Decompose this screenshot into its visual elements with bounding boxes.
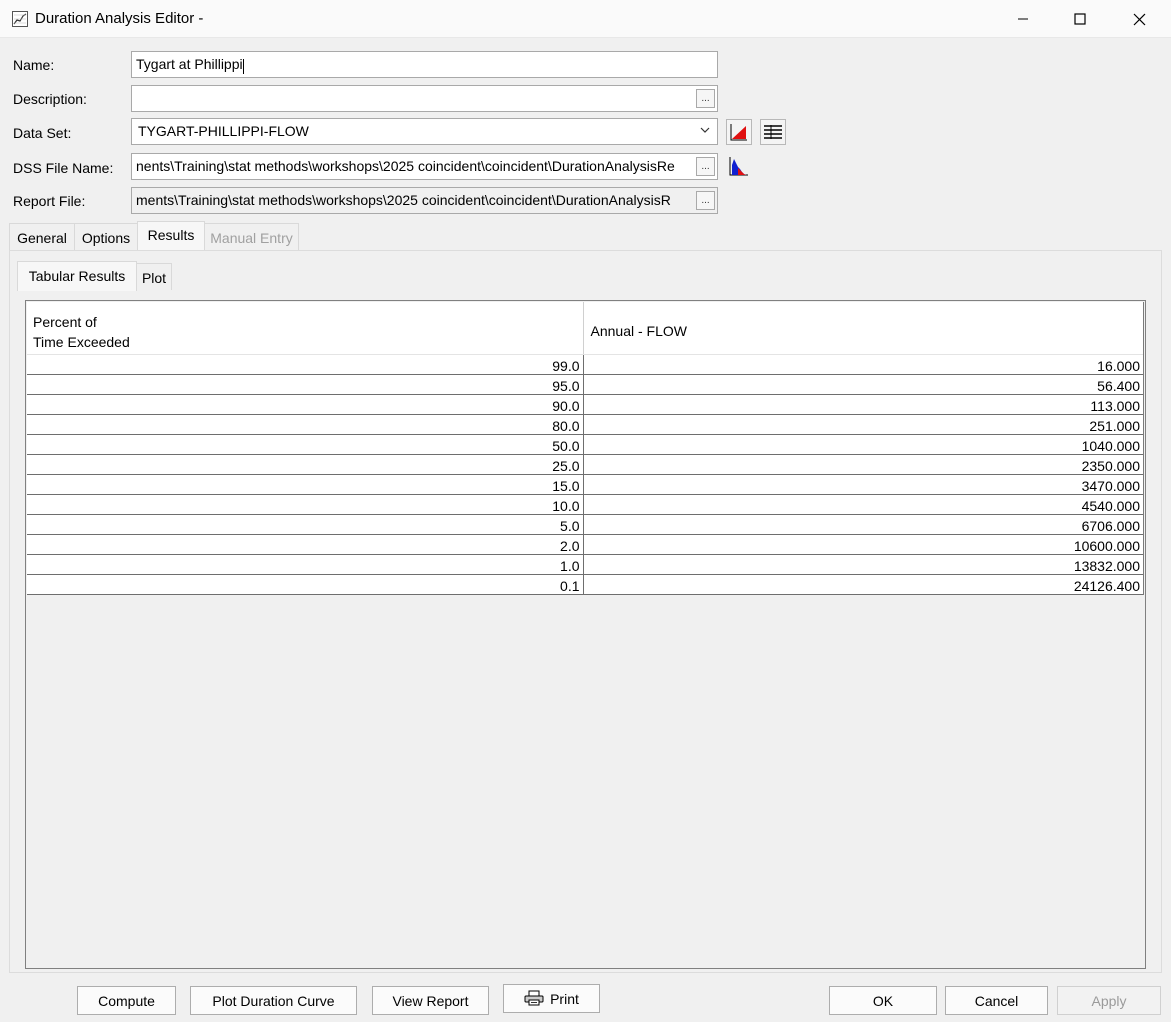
report-file-input[interactable]: ments\Training\stat methods\workshops\20…	[131, 187, 718, 214]
cell-annual-flow[interactable]: 10600.000	[584, 535, 1144, 554]
table-row[interactable]: 80.0 251.000	[27, 415, 1143, 435]
table-row[interactable]: 90.0 113.000	[27, 395, 1143, 415]
close-button[interactable]	[1116, 0, 1162, 38]
header-percent-line1: Percent of	[33, 314, 97, 330]
table-header: Percent of Time Exceeded Annual - FLOW	[27, 302, 1143, 355]
tab-results[interactable]: Results	[137, 221, 205, 251]
subtab-tabular-results[interactable]: Tabular Results	[17, 261, 137, 291]
cell-annual-flow[interactable]: 56.400	[584, 375, 1144, 394]
dss-file-browse-button[interactable]: ...	[696, 157, 715, 176]
table-row[interactable]: 2.0 10600.000	[27, 535, 1143, 555]
ok-button[interactable]: OK	[829, 986, 937, 1015]
cell-percent-exceeded[interactable]: 95.0	[27, 375, 584, 394]
close-icon	[1133, 13, 1145, 25]
cell-percent-exceeded[interactable]: 10.0	[27, 495, 584, 514]
cell-percent-exceeded[interactable]: 99.0	[27, 355, 584, 374]
table-row[interactable]: 1.0 13832.000	[27, 555, 1143, 575]
dss-file-input[interactable]: nents\Training\stat methods\workshops\20…	[131, 153, 718, 180]
cell-annual-flow[interactable]: 6706.000	[584, 515, 1144, 534]
header-percent-exceeded[interactable]: Percent of Time Exceeded	[27, 302, 584, 354]
results-panel: Tabular Results Plot Percent of Time Exc…	[9, 250, 1162, 973]
histogram-icon	[729, 157, 748, 176]
table-row[interactable]: 10.0 4540.000	[27, 495, 1143, 515]
name-value: Tygart at Phillippi	[136, 56, 243, 72]
cell-annual-flow[interactable]: 3470.000	[584, 475, 1144, 494]
results-table: Percent of Time Exceeded Annual - FLOW 9…	[27, 302, 1144, 595]
table-row[interactable]: 15.0 3470.000	[27, 475, 1143, 495]
cell-annual-flow[interactable]: 13832.000	[584, 555, 1144, 574]
minimize-icon	[1018, 18, 1028, 20]
cell-percent-exceeded[interactable]: 50.0	[27, 435, 584, 454]
report-file-browse-button[interactable]: ...	[696, 191, 715, 210]
cell-annual-flow[interactable]: 24126.400	[584, 575, 1144, 594]
tab-general[interactable]: General	[9, 223, 75, 250]
cell-annual-flow[interactable]: 1040.000	[584, 435, 1144, 454]
dss-file-value: nents\Training\stat methods\workshops\20…	[136, 158, 675, 174]
table-row[interactable]: 0.1 24126.400	[27, 575, 1143, 595]
window-title: Duration Analysis Editor -	[35, 10, 204, 27]
cell-annual-flow[interactable]: 2350.000	[584, 455, 1144, 474]
cell-percent-exceeded[interactable]: 5.0	[27, 515, 584, 534]
tab-manual-entry[interactable]: Manual Entry	[204, 223, 299, 250]
tabulate-data-button[interactable]	[760, 119, 786, 145]
apply-button[interactable]: Apply	[1057, 986, 1161, 1015]
dss-file-label: DSS File Name:	[13, 160, 114, 176]
view-report-button[interactable]: View Report	[372, 986, 489, 1015]
plot-dss-button[interactable]	[726, 153, 752, 179]
cell-percent-exceeded[interactable]: 80.0	[27, 415, 584, 434]
report-file-label: Report File:	[13, 193, 86, 209]
dataset-select[interactable]: TYGART-PHILLIPPI-FLOW	[131, 118, 718, 145]
plot-chart-icon	[730, 124, 747, 141]
cell-annual-flow[interactable]: 251.000	[584, 415, 1144, 434]
name-input[interactable]: Tygart at Phillippi	[131, 51, 718, 78]
cell-percent-exceeded[interactable]: 2.0	[27, 535, 584, 554]
plot-duration-curve-button[interactable]: Plot Duration Curve	[190, 986, 357, 1015]
cell-percent-exceeded[interactable]: 90.0	[27, 395, 584, 414]
cell-percent-exceeded[interactable]: 15.0	[27, 475, 584, 494]
title-bar: Duration Analysis Editor -	[0, 0, 1171, 38]
table-row[interactable]: 50.0 1040.000	[27, 435, 1143, 455]
table-body: 99.0 16.000 95.0 56.400 90.0 113.000 80.0 251.0…	[27, 355, 1143, 595]
cell-annual-flow[interactable]: 16.000	[584, 355, 1144, 374]
table-row[interactable]: 95.0 56.400	[27, 375, 1143, 395]
compute-button[interactable]: Compute	[77, 986, 176, 1015]
subtab-plot[interactable]: Plot	[136, 263, 172, 290]
plot-data-button[interactable]	[726, 119, 752, 145]
table-row[interactable]: 25.0 2350.000	[27, 455, 1143, 475]
results-table-area: Percent of Time Exceeded Annual - FLOW 9…	[25, 300, 1146, 969]
description-input[interactable]: ...	[131, 85, 718, 112]
maximize-button[interactable]	[1057, 0, 1103, 38]
header-percent-line2: Time Exceeded	[33, 334, 130, 350]
cancel-button[interactable]: Cancel	[945, 986, 1048, 1015]
cell-percent-exceeded[interactable]: 25.0	[27, 455, 584, 474]
print-button[interactable]: Print	[503, 984, 600, 1013]
table-row[interactable]: 5.0 6706.000	[27, 515, 1143, 535]
text-caret	[242, 59, 244, 74]
description-browse-button[interactable]: ...	[696, 89, 715, 108]
report-file-value: ments\Training\stat methods\workshops\20…	[136, 192, 671, 208]
description-label: Description:	[13, 91, 87, 107]
name-label: Name:	[13, 57, 55, 73]
cell-percent-exceeded[interactable]: 0.1	[27, 575, 584, 594]
cell-annual-flow[interactable]: 4540.000	[584, 495, 1144, 514]
chevron-down-icon	[700, 127, 710, 133]
tab-options[interactable]: Options	[74, 223, 138, 250]
maximize-icon	[1074, 13, 1086, 25]
cell-annual-flow[interactable]: 113.000	[584, 395, 1144, 414]
minimize-button[interactable]	[1000, 0, 1046, 38]
print-label: Print	[550, 991, 579, 1007]
dataset-value: TYGART-PHILLIPPI-FLOW	[138, 123, 309, 139]
cell-percent-exceeded[interactable]: 1.0	[27, 555, 584, 574]
printer-icon	[524, 990, 544, 1006]
dataset-label: Data Set:	[13, 125, 72, 141]
table-icon	[764, 125, 782, 139]
header-annual-flow[interactable]: Annual - FLOW	[584, 302, 1144, 354]
table-row[interactable]: 99.0 16.000	[27, 355, 1143, 375]
app-icon	[12, 11, 28, 27]
